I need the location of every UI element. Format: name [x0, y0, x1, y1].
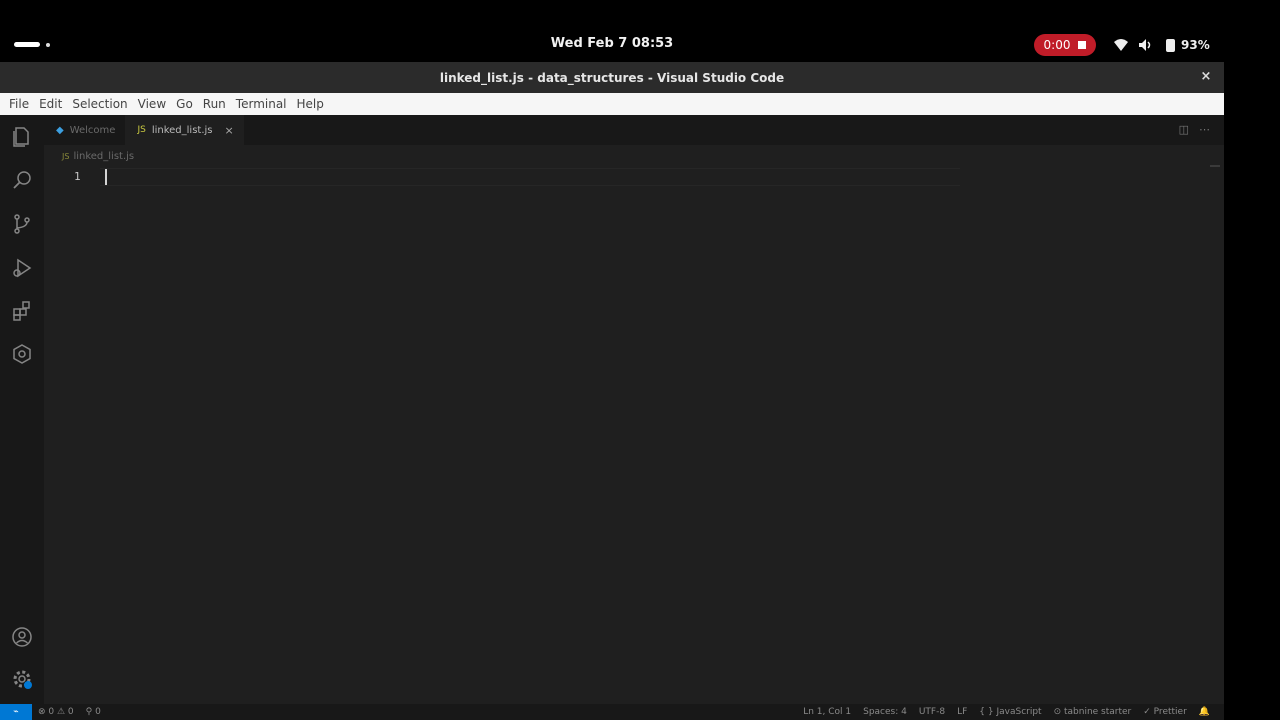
problems-indicator[interactable]: ⊗ 0 ⚠ 0	[32, 707, 80, 717]
ports-indicator[interactable]: ⚲ 0	[80, 707, 107, 717]
explorer-icon[interactable]	[10, 125, 34, 149]
js-file-icon: JS	[62, 151, 70, 161]
current-line-highlight	[100, 168, 960, 186]
js-file-icon: JS	[137, 125, 146, 135]
wifi-icon[interactable]	[1113, 36, 1129, 54]
menu-terminal[interactable]: Terminal	[231, 97, 292, 111]
split-editor-icon[interactable]: ◫	[1179, 123, 1189, 136]
tab-welcome[interactable]: ◆ Welcome	[44, 115, 125, 145]
activity-bar	[0, 115, 44, 704]
close-tab-icon[interactable]: ×	[225, 124, 234, 137]
window-titlebar[interactable]: linked_list.js - data_structures - Visua…	[0, 62, 1224, 93]
menu-view[interactable]: View	[133, 97, 171, 111]
editor-tabs: ◆ Welcome JS linked_list.js × ◫ ⋯	[44, 115, 1224, 145]
record-stop-icon	[1078, 41, 1087, 49]
volume-icon[interactable]	[1138, 36, 1154, 54]
tab-label: Welcome	[69, 124, 116, 136]
desktop-edge	[1224, 62, 1280, 720]
screen-recording-indicator[interactable]: 0:00	[1034, 34, 1096, 56]
recording-time: 0:00	[1043, 38, 1071, 52]
workbench: ◆ Welcome JS linked_list.js × ◫ ⋯ JS lin…	[0, 115, 1224, 704]
menu-go[interactable]: Go	[171, 97, 198, 111]
notifications-icon[interactable]: 🔔	[1193, 707, 1216, 717]
system-top-bar: Wed Feb 7 08:53 0:00 93%	[0, 0, 1280, 62]
tab-linked-list[interactable]: JS linked_list.js ×	[125, 115, 244, 145]
encoding[interactable]: UTF-8	[913, 707, 951, 717]
end-of-line[interactable]: LF	[951, 707, 973, 717]
accounts-icon[interactable]	[10, 625, 34, 649]
battery-icon	[1166, 38, 1175, 52]
line-number: 1	[74, 170, 81, 183]
indentation[interactable]: Spaces: 4	[857, 707, 913, 717]
remote-explorer-icon[interactable]	[10, 342, 34, 366]
close-icon[interactable]: ×	[1198, 69, 1214, 85]
menu-selection[interactable]: Selection	[67, 97, 132, 111]
vscode-logo-icon: ◆	[56, 124, 64, 136]
status-bar-right: Ln 1, Col 1 Spaces: 4 UTF-8 LF { } JavaS…	[797, 704, 1216, 720]
menu-edit[interactable]: Edit	[34, 97, 67, 111]
language-mode[interactable]: { } JavaScript	[973, 707, 1047, 717]
prettier-status[interactable]: ✓ Prettier	[1137, 707, 1193, 717]
tabnine-status[interactable]: ⊙ tabnine starter	[1048, 707, 1138, 717]
manage-gear-icon[interactable]	[10, 667, 34, 691]
menu-run[interactable]: Run	[198, 97, 231, 111]
menu-file[interactable]: File	[4, 97, 34, 111]
window-title: linked_list.js - data_structures - Visua…	[439, 70, 785, 85]
breadcrumb: JS linked_list.js	[44, 145, 1224, 167]
battery-status[interactable]: 93%	[1166, 36, 1210, 54]
source-control-icon[interactable]	[10, 212, 34, 236]
battery-percentage: 93%	[1181, 38, 1210, 52]
breadcrumb-file[interactable]: linked_list.js	[73, 151, 134, 162]
overview-ruler-marker	[1210, 165, 1220, 167]
run-debug-icon[interactable]	[10, 256, 34, 280]
editor-actions: ◫ ⋯	[1179, 123, 1210, 136]
tab-label: linked_list.js	[151, 124, 213, 136]
status-bar: ⌁ ⊗ 0 ⚠ 0 ⚲ 0 Ln 1, Col 1 Spaces: 4 UTF-…	[0, 704, 1224, 720]
cursor-position[interactable]: Ln 1, Col 1	[797, 707, 857, 717]
more-actions-icon[interactable]: ⋯	[1199, 123, 1210, 136]
menu-help[interactable]: Help	[292, 97, 329, 111]
extensions-icon[interactable]	[10, 299, 34, 323]
code-editor[interactable]: 1	[44, 165, 1224, 567]
search-icon[interactable]	[10, 168, 34, 192]
editor-area: ◆ Welcome JS linked_list.js × ◫ ⋯ JS lin…	[44, 115, 1224, 704]
vscode-window: linked_list.js - data_structures - Visua…	[0, 62, 1224, 720]
remote-indicator[interactable]: ⌁	[0, 704, 32, 720]
menu-bar: File Edit Selection View Go Run Terminal…	[0, 93, 1224, 115]
text-cursor	[105, 169, 107, 185]
